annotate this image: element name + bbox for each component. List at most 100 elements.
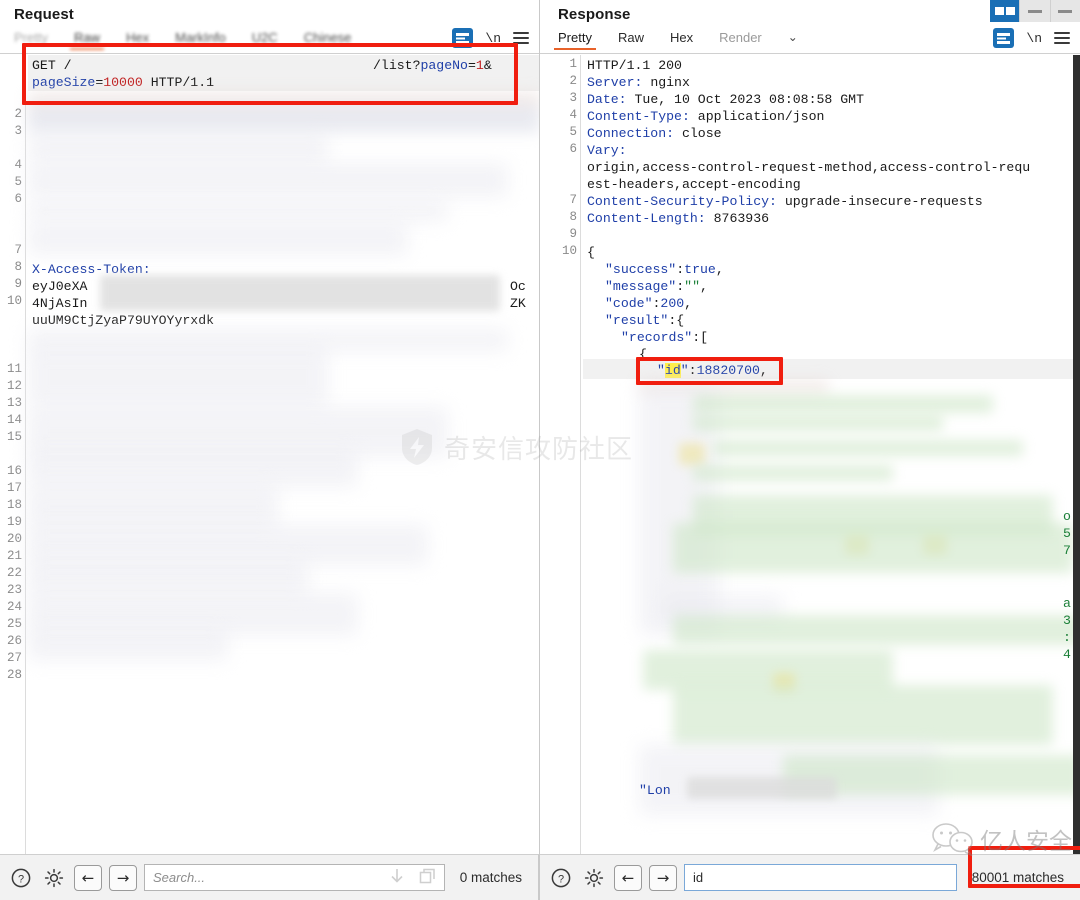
panel-divider[interactable] (539, 0, 540, 900)
body-open-brace: { (587, 245, 595, 260)
request-toolbar: ? ← → Search... 0 matches (0, 854, 539, 900)
response-search-wrap: id (684, 864, 957, 891)
line-number: 28 (6, 668, 22, 682)
search-next-button[interactable]: → (109, 864, 137, 891)
line-number: 2 (569, 74, 577, 88)
request-code-area[interactable]: 2 3 4 5 6 7 8 9 10 11 12 13 14 15 16 17 … (0, 55, 539, 854)
request-tabbar-actions: \n (452, 28, 539, 48)
line-number: 22 (6, 566, 22, 580)
response-panel: Response Pretty Raw Hex Render ⌄ \n 1 2 … (540, 0, 1080, 900)
query-key-pageno: pageNo (420, 58, 468, 73)
token-line-3: uuUM9CtjZyaP79UYOYyrxdk (32, 313, 215, 328)
tab-request-markinfo[interactable]: MarkInfo (175, 27, 226, 50)
edge-fragment: : (1063, 630, 1071, 645)
tab-request-u2c[interactable]: U2C (252, 27, 278, 50)
tab-response-render[interactable]: Render (719, 27, 762, 50)
line-number: 13 (6, 396, 22, 410)
chevron-down-icon[interactable]: ⌄ (788, 30, 798, 44)
edge-fragment: 5 (1063, 526, 1071, 541)
line-number: 7 (14, 243, 22, 257)
edge-fragment: 4 (1063, 647, 1071, 662)
download-icon (391, 869, 403, 883)
line-number: 8 (14, 260, 22, 274)
line-number: 7 (569, 193, 577, 207)
gear-icon[interactable] (41, 865, 67, 891)
line-number: 27 (6, 651, 22, 665)
tab-response-raw[interactable]: Raw (618, 27, 644, 50)
help-icon[interactable]: ? (548, 865, 574, 891)
request-line-pagesize: pageSize=10000 HTTP/1.1 (32, 75, 215, 90)
line-number: 14 (6, 413, 22, 427)
search-prev-button[interactable]: ← (614, 864, 642, 891)
tab-request-raw[interactable]: Raw (69, 27, 105, 50)
header-date: Date: Tue, 10 Oct 2023 08:08:58 GMT (587, 92, 864, 107)
header-content-type: Content-Type: application/json (587, 109, 825, 124)
window-restore-button[interactable] (990, 0, 1020, 22)
response-toolbar: ? ← → id 80001 matches (540, 854, 1080, 900)
token-line-2-tail: ZK (510, 296, 526, 311)
request-line-path-tail: /list?pageNo=1& (373, 58, 492, 73)
window-minimize-button[interactable] (1019, 0, 1050, 22)
tab-request-hex[interactable]: Hex (126, 27, 149, 50)
edge-fragment: o (1063, 509, 1071, 524)
query-key-pagesize: pageSize (32, 75, 96, 90)
search-input[interactable]: id (684, 864, 957, 891)
line-number: 16 (6, 464, 22, 478)
line-number: 5 (14, 175, 22, 189)
line-number: 3 (569, 91, 577, 105)
json-message: "message":"", (605, 279, 708, 294)
tab-response-hex[interactable]: Hex (670, 27, 693, 50)
request-code-body[interactable]: GET / /list?pageNo=1& pageSize=10000 HTT… (28, 55, 539, 854)
line-number: 19 (6, 515, 22, 529)
tab-request-pretty[interactable]: Pretty (14, 27, 48, 50)
tab-request-chinese[interactable]: Chinese (304, 27, 352, 50)
line-number: 6 (14, 192, 22, 206)
line-number: 4 (569, 108, 577, 122)
newline-toggle[interactable]: \n (485, 31, 501, 46)
word-wrap-icon[interactable] (452, 28, 474, 48)
word-wrap-icon[interactable] (993, 28, 1015, 48)
response-tabbar-actions: \n (993, 28, 1080, 48)
line-number: 10 (561, 244, 577, 258)
response-match-count: 80001 matches (971, 870, 1064, 885)
json-id-entry: "id":18820700, (657, 363, 768, 378)
query-val-pageno: 1 (475, 58, 484, 73)
line-number: 12 (6, 379, 22, 393)
response-code-area[interactable]: 1 2 3 4 5 6 7 8 9 10 HTTP/1.1 200 Server… (540, 55, 1080, 854)
svg-text:?: ? (18, 873, 24, 885)
path-suffix: /list? (373, 58, 421, 73)
search-next-button[interactable]: → (649, 864, 677, 891)
json-partial-tail: "Lon (639, 783, 671, 798)
header-csp: Content-Security-Policy: upgrade-insecur… (587, 194, 983, 209)
line-number: 25 (6, 617, 22, 631)
menu-icon[interactable] (1054, 32, 1070, 44)
newline-toggle[interactable]: \n (1026, 31, 1042, 46)
line-number: 10 (6, 294, 22, 308)
request-line-get: GET / (32, 57, 72, 74)
edge-fragment: 7 (1063, 543, 1071, 558)
search-prev-button[interactable]: ← (74, 864, 102, 891)
response-status-line: HTTP/1.1 200 (587, 58, 682, 73)
help-icon[interactable]: ? (8, 865, 34, 891)
edge-fragment: 3 (1063, 613, 1071, 628)
line-number: 20 (6, 532, 22, 546)
line-number: 21 (6, 549, 22, 563)
query-val-pagesize: 10000 (103, 75, 143, 90)
header-vary-cont-1: origin,access-control-request-method,acc… (587, 160, 1031, 175)
header-server: Server: nginx (587, 75, 690, 90)
tab-response-pretty[interactable]: Pretty (554, 27, 596, 50)
response-vertical-scrollbar[interactable] (1073, 55, 1080, 854)
json-records: "records":[ (621, 330, 709, 345)
menu-icon[interactable] (513, 32, 529, 44)
window-maximize-button[interactable] (1049, 0, 1080, 22)
window-controls (990, 0, 1080, 22)
response-code-body[interactable]: HTTP/1.1 200 Server: nginx Date: Tue, 10… (583, 55, 1080, 854)
response-tabbar: Pretty Raw Hex Render ⌄ \n (540, 27, 1080, 54)
edge-fragment: a (1063, 596, 1071, 611)
gear-icon[interactable] (581, 865, 607, 891)
line-number: 9 (569, 227, 577, 241)
line-number: 3 (14, 124, 22, 138)
line-number: 1 (569, 57, 577, 71)
request-panel: Request Pretty Raw Hex MarkInfo U2C Chin… (0, 0, 540, 900)
token-line-1: eyJ0eXA (32, 279, 88, 294)
